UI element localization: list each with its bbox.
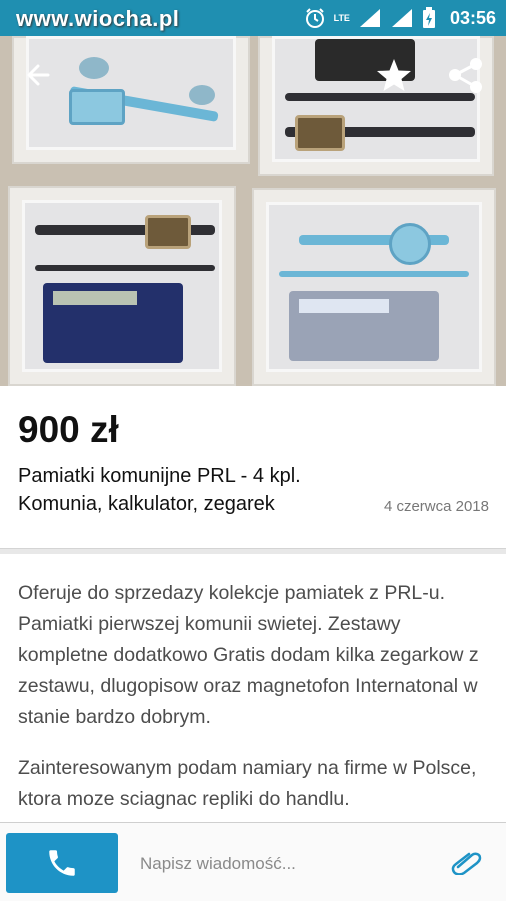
back-arrow-icon — [27, 64, 50, 86]
listing-date: 4 czerwca 2018 — [383, 498, 489, 515]
battery-icon — [422, 7, 435, 28]
clock: 03:56 — [449, 7, 496, 28]
signal-icon — [359, 9, 380, 27]
bottom-action-bar: Napisz wiadomość... — [0, 822, 506, 901]
description-paragraph: Zainteresowanym podam namiary na firme w… — [18, 757, 477, 810]
share-button[interactable] — [446, 56, 486, 96]
signal-icon — [391, 9, 412, 27]
favorite-button[interactable] — [374, 56, 414, 96]
description-paragraph: Oferuje do sprzedazy kolekcje pamiatek z… — [18, 582, 479, 728]
status-icons: LTE 03:56 — [304, 7, 496, 29]
paperclip-icon[interactable] — [450, 851, 484, 875]
back-button[interactable] — [18, 56, 58, 96]
listing-price: 900 zł — [18, 409, 119, 450]
photo-box — [252, 188, 496, 386]
phone-icon — [49, 850, 75, 876]
watermark: www.wiocha.pl — [16, 6, 180, 31]
photo-box — [8, 186, 236, 386]
listing-title: Pamiatki komunijne PRL - 4 kpl. Komunia,… — [18, 462, 358, 518]
listing-photo[interactable] — [0, 36, 506, 386]
section-divider — [0, 548, 506, 554]
alarm-icon — [305, 8, 324, 28]
message-input[interactable]: Napisz wiadomość... — [140, 854, 296, 874]
call-button[interactable] — [6, 833, 118, 893]
listing-description: Oferuje do sprzedazy kolekcje pamiatek z… — [18, 578, 493, 835]
network-type: LTE — [333, 12, 350, 23]
star-icon — [377, 59, 411, 91]
listing-title-line2: Komunia, kalkulator, zegarek — [18, 493, 275, 515]
status-bar: www.wiocha.pl LTE 03:56 — [0, 0, 506, 36]
share-icon — [449, 58, 482, 93]
listing-title-line1: Pamiatki komunijne PRL - 4 kpl. — [18, 465, 301, 487]
